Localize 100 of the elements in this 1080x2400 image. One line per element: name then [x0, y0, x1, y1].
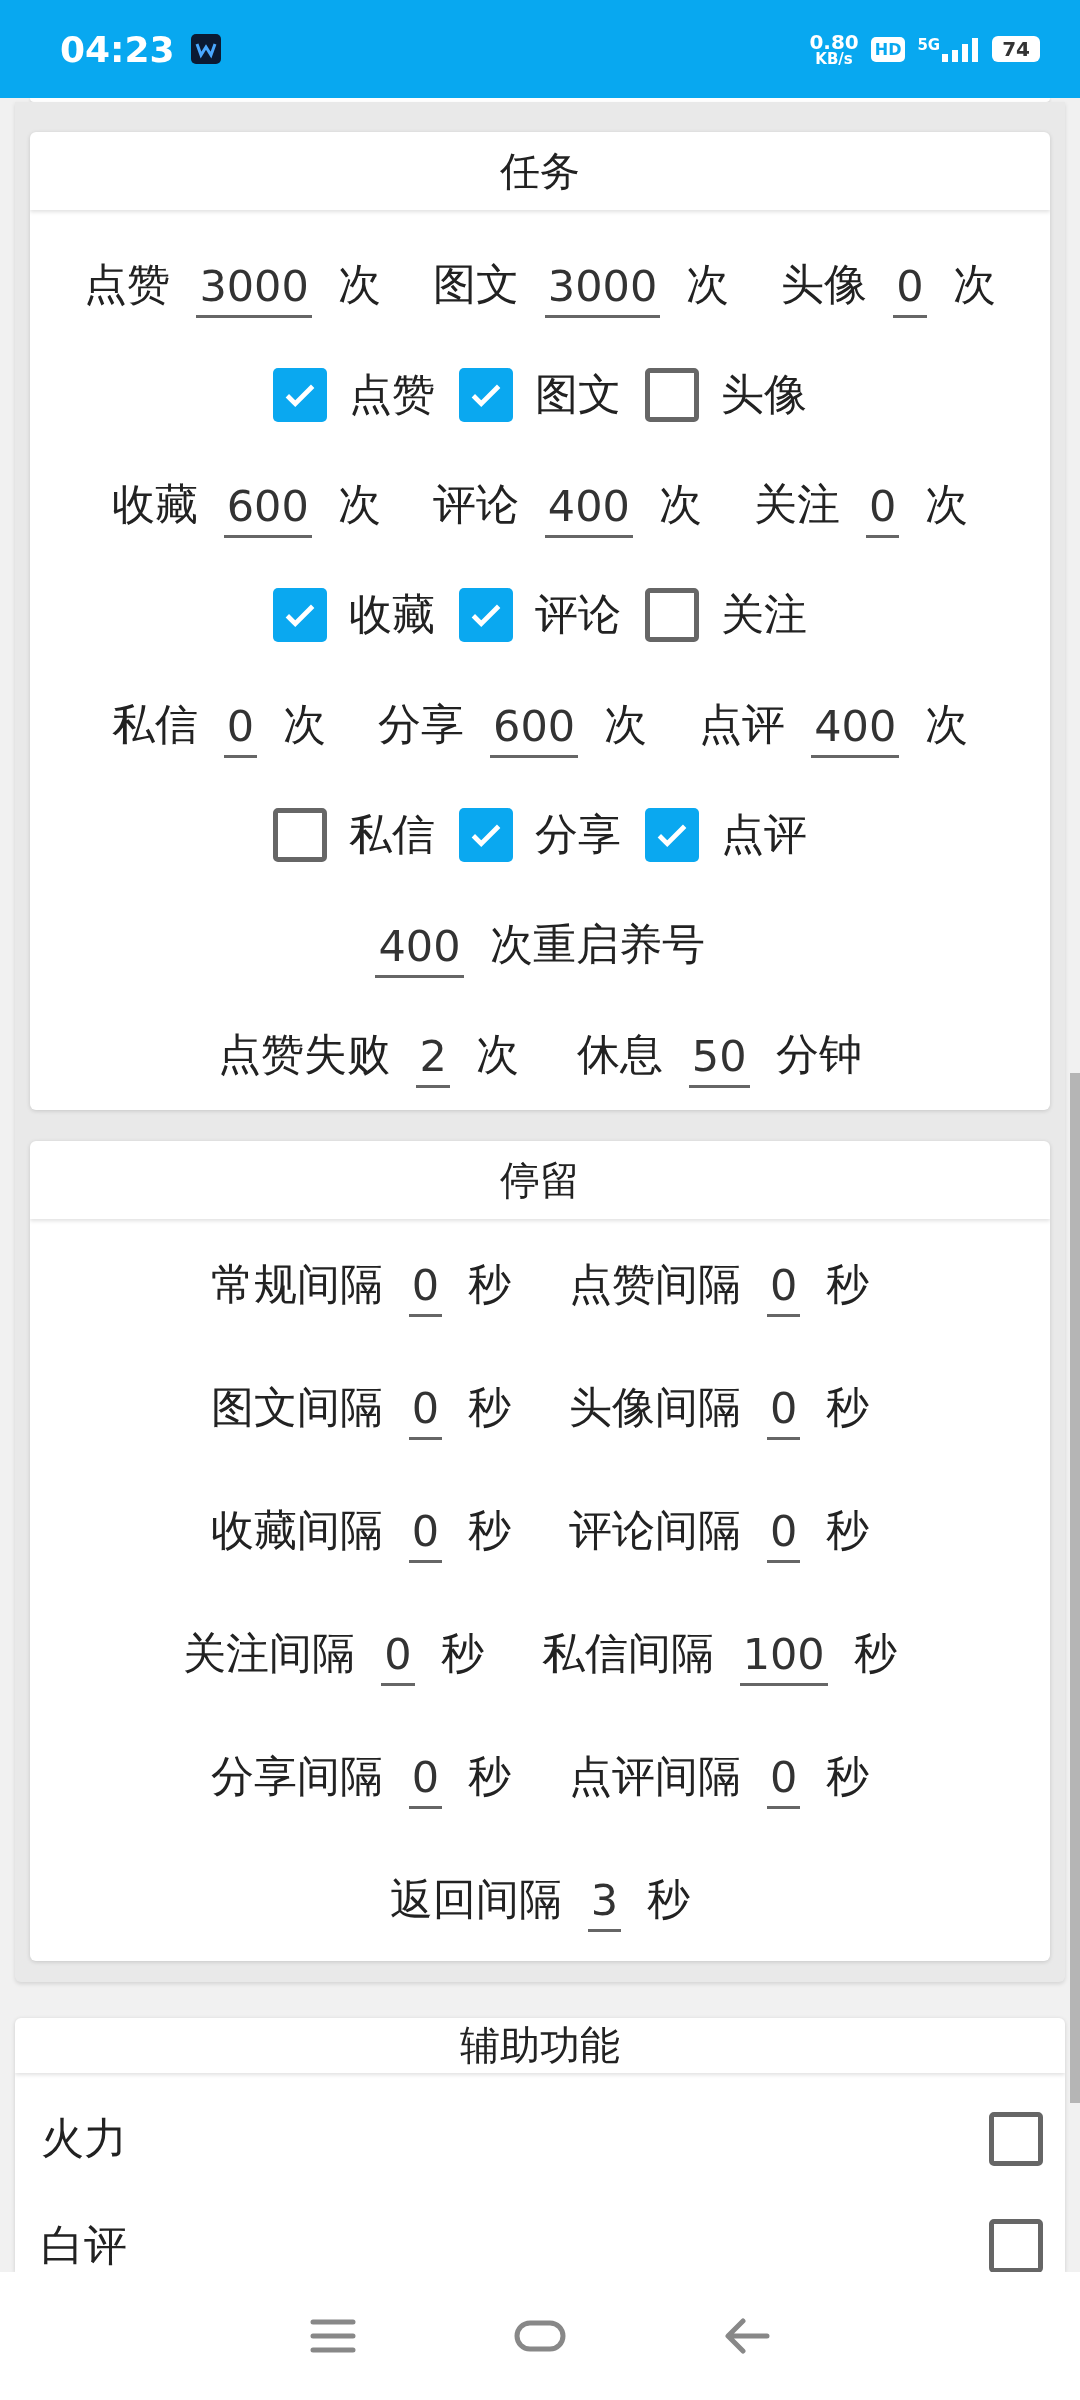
unit-label: 秒	[647, 1872, 691, 1926]
checkbox-label: 评论	[535, 588, 621, 641]
input-field[interactable]: 0	[767, 1752, 801, 1809]
field-label: 头像间隔	[569, 1380, 741, 1434]
field-label: 点评	[699, 698, 786, 751]
checkbox-label: 点评	[721, 808, 807, 861]
checkbox[interactable]	[459, 368, 513, 422]
section-title: 停留	[30, 1141, 1050, 1219]
input-field[interactable]: 0	[408, 1260, 442, 1317]
clock: 04:23	[60, 28, 175, 70]
field-label: 分享间隔	[210, 1749, 383, 1803]
input-field[interactable]: 0	[767, 1260, 801, 1317]
input-field[interactable]: 0	[408, 1383, 442, 1440]
input-field[interactable]: 50	[688, 1030, 750, 1088]
unit-label: 秒	[468, 1257, 511, 1311]
unit-label: 秒	[826, 1380, 870, 1434]
input-field[interactable]: 3	[587, 1875, 622, 1932]
checkbox[interactable]	[273, 368, 327, 422]
checkbox[interactable]	[459, 588, 513, 642]
input-field[interactable]: 400	[375, 920, 464, 978]
input-field[interactable]: 0	[381, 1629, 415, 1686]
input-field[interactable]: 600	[223, 480, 312, 538]
field-label: 收藏	[111, 478, 198, 531]
input-field[interactable]: 0	[893, 260, 927, 318]
input-field[interactable]: 100	[739, 1629, 828, 1686]
unit-label: 秒	[826, 1749, 870, 1803]
checkbox-label: 点赞	[349, 368, 435, 421]
network-speed: 0.80	[809, 31, 859, 52]
checkbox[interactable]	[989, 2218, 1043, 2272]
input-field[interactable]: 0	[767, 1506, 801, 1563]
checkbox[interactable]	[645, 588, 699, 642]
checkbox[interactable]	[273, 588, 327, 642]
input-field[interactable]: 0	[865, 480, 900, 538]
unit-label: 次	[475, 1028, 519, 1081]
field-label: 头像	[781, 258, 868, 311]
unit-label: 次	[604, 698, 648, 751]
unit-label: 秒	[826, 1257, 870, 1311]
field-label: 图文	[432, 258, 519, 311]
field-label: 点赞	[84, 258, 171, 311]
field-label: 私信	[111, 698, 198, 751]
app-icon	[190, 34, 221, 64]
field-label: 评论间隔	[569, 1503, 741, 1557]
field-label: 点赞间隔	[569, 1257, 741, 1311]
field-label: 收藏间隔	[210, 1503, 383, 1557]
input-field[interactable]: 0	[408, 1752, 442, 1809]
checkbox-label: 收藏	[349, 588, 435, 641]
checkbox-label: 图文	[535, 368, 621, 421]
checkbox[interactable]	[273, 808, 327, 862]
unit-label: 次	[337, 478, 381, 531]
unit-label: 次	[686, 258, 730, 311]
field-label: 关注间隔	[183, 1626, 356, 1680]
input-field[interactable]: 400	[544, 480, 633, 538]
field-label: 评论	[432, 478, 519, 531]
network-type: 5G	[917, 36, 941, 54]
field-label: 休息	[576, 1028, 663, 1081]
unit-label: 秒	[853, 1626, 897, 1680]
unit-label: 秒	[440, 1626, 484, 1680]
unit-label: 秒	[468, 1380, 511, 1434]
input-field[interactable]: 2	[416, 1030, 450, 1088]
unit-label: 秒	[826, 1503, 870, 1557]
section-title: 任务	[30, 132, 1050, 210]
field-label: 图文间隔	[210, 1380, 383, 1434]
input-field[interactable]: 400	[811, 700, 900, 758]
field-label: 分享	[378, 698, 465, 751]
unit-label: 次	[658, 478, 702, 531]
hd-badge: HD	[870, 36, 906, 62]
checkbox-label: 关注	[721, 588, 807, 641]
signal-icon	[942, 36, 981, 62]
input-field[interactable]: 600	[490, 700, 579, 758]
unit-label: 次	[952, 258, 996, 311]
speed-unit: KB/s	[815, 51, 853, 67]
input-field[interactable]: 0	[223, 700, 258, 758]
checkbox[interactable]	[989, 2111, 1043, 2166]
unit-label: 次	[925, 478, 969, 531]
unit-label: 次重启养号	[489, 918, 705, 971]
checkbox-label: 头像	[721, 368, 807, 421]
field-label: 返回间隔	[389, 1872, 562, 1926]
input-field[interactable]: 3000	[544, 260, 661, 318]
field-label: 常规间隔	[210, 1257, 383, 1311]
checkbox[interactable]	[645, 368, 699, 422]
option-label: 白评	[41, 2218, 127, 2272]
unit-label: 次	[925, 698, 969, 751]
checkbox-label: 私信	[349, 808, 435, 861]
unit-label: 分钟	[775, 1028, 862, 1081]
section-title: 辅助功能	[15, 2018, 1065, 2073]
input-field[interactable]: 0	[408, 1506, 442, 1563]
battery-indicator: 74	[992, 36, 1040, 62]
input-field[interactable]: 0	[767, 1383, 801, 1440]
unit-label: 次	[337, 258, 381, 311]
field-label: 点评间隔	[569, 1749, 741, 1803]
unit-label: 次	[283, 698, 327, 751]
unit-label: 秒	[468, 1503, 511, 1557]
checkbox[interactable]	[645, 808, 699, 862]
input-field[interactable]: 3000	[196, 260, 312, 318]
checkbox[interactable]	[459, 808, 513, 862]
field-label: 点赞失败	[218, 1028, 391, 1081]
field-label: 私信间隔	[541, 1626, 714, 1680]
checkbox-label: 分享	[535, 808, 621, 861]
unit-label: 秒	[468, 1749, 511, 1803]
field-label: 关注	[753, 478, 840, 531]
